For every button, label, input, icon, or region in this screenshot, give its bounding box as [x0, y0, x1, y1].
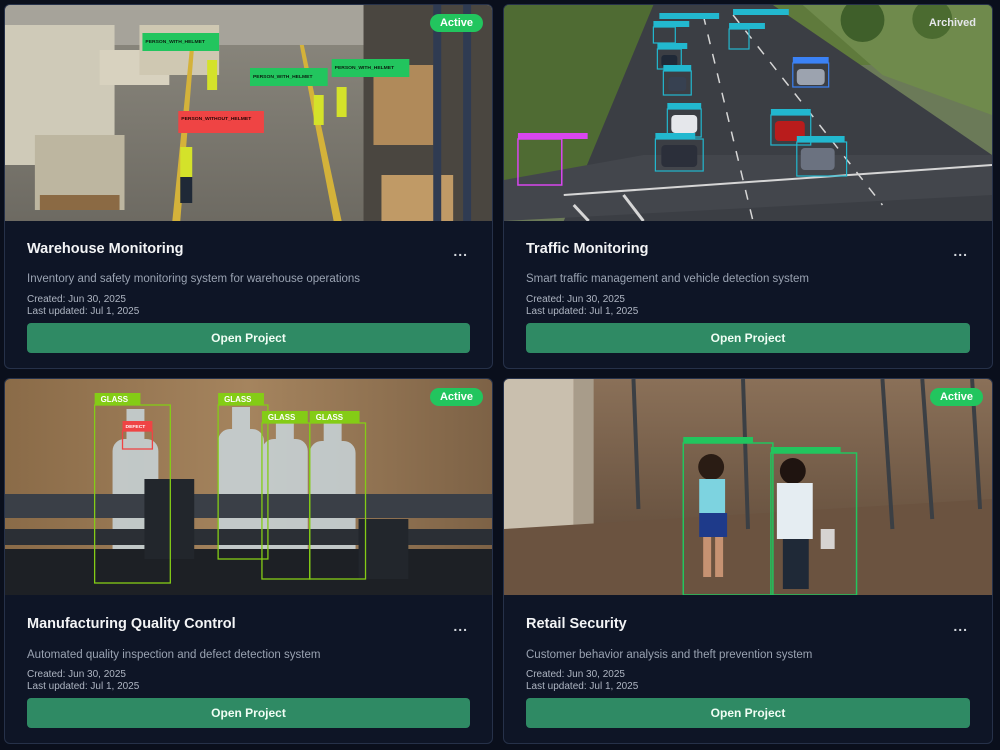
updated-date: Last updated: Jul 1, 2025: [27, 306, 140, 317]
more-options-icon[interactable]: ...: [953, 618, 968, 634]
traffic-image: [504, 5, 992, 221]
updated-date: Last updated: Jul 1, 2025: [27, 681, 140, 692]
project-description: Customer behavior analysis and theft pre…: [526, 649, 813, 661]
detection-label: PERSON_WITH_HELMET: [335, 65, 395, 71]
created-date: Created: Jun 30, 2025: [526, 669, 625, 680]
warehouse-image: PERSON_WITH_HELMET PERSON_WITH_HELMET PE…: [5, 5, 492, 221]
updated-date: Last updated: Jul 1, 2025: [526, 681, 639, 692]
created-date: Created: Jun 30, 2025: [27, 669, 126, 680]
project-title: Warehouse Monitoring: [27, 241, 184, 257]
status-badge: Archived: [928, 17, 976, 29]
project-thumbnail[interactable]: Archived: [504, 5, 992, 221]
detection-label: GLASS: [101, 395, 128, 404]
project-description: Automated quality inspection and defect …: [27, 649, 321, 661]
created-date: Created: Jun 30, 2025: [526, 294, 625, 305]
retail-image: [504, 379, 992, 595]
open-project-button[interactable]: Open Project: [27, 698, 470, 728]
detection-label: DEFECT: [126, 424, 146, 430]
project-description: Inventory and safety monitoring system f…: [27, 273, 361, 285]
project-card-traffic: Archived Traffic Monitoring ... Smart tr…: [503, 4, 993, 369]
project-card-retail: Active Retail Security ... Customer beha…: [503, 378, 993, 744]
detection-label: GLASS: [224, 395, 251, 404]
project-thumbnail[interactable]: Active: [504, 379, 992, 595]
project-thumbnail[interactable]: GLASS GLASS GLASS GLASS DEFECT Active: [5, 379, 492, 595]
open-project-button[interactable]: Open Project: [27, 323, 470, 353]
project-title: Traffic Monitoring: [526, 241, 649, 257]
detection-label: GLASS: [316, 413, 343, 422]
status-badge: Active: [429, 14, 483, 32]
detection-label: PERSON_WITHOUT_HELMET: [181, 116, 251, 122]
updated-date: Last updated: Jul 1, 2025: [526, 306, 639, 317]
detection-label: PERSON_WITH_HELMET: [253, 74, 313, 80]
open-project-button[interactable]: Open Project: [526, 323, 970, 353]
project-card-warehouse: PERSON_WITH_HELMET PERSON_WITH_HELMET PE…: [4, 4, 493, 369]
more-options-icon[interactable]: ...: [453, 618, 468, 634]
manufacturing-image: GLASS GLASS GLASS GLASS DEFECT: [5, 379, 492, 595]
detection-label: PERSON_WITH_HELMET: [145, 39, 205, 45]
status-badge: Active: [429, 388, 483, 406]
more-options-icon[interactable]: ...: [453, 243, 468, 259]
project-description: Smart traffic management and vehicle det…: [526, 273, 809, 285]
status-badge: Active: [929, 388, 983, 406]
project-title: Manufacturing Quality Control: [27, 616, 236, 632]
project-title: Retail Security: [526, 616, 627, 632]
project-thumbnail[interactable]: PERSON_WITH_HELMET PERSON_WITH_HELMET PE…: [5, 5, 492, 221]
more-options-icon[interactable]: ...: [953, 243, 968, 259]
open-project-button[interactable]: Open Project: [526, 698, 970, 728]
project-card-manufacturing: GLASS GLASS GLASS GLASS DEFECT Active Ma…: [4, 378, 493, 744]
detection-label: GLASS: [268, 413, 295, 422]
created-date: Created: Jun 30, 2025: [27, 294, 126, 305]
